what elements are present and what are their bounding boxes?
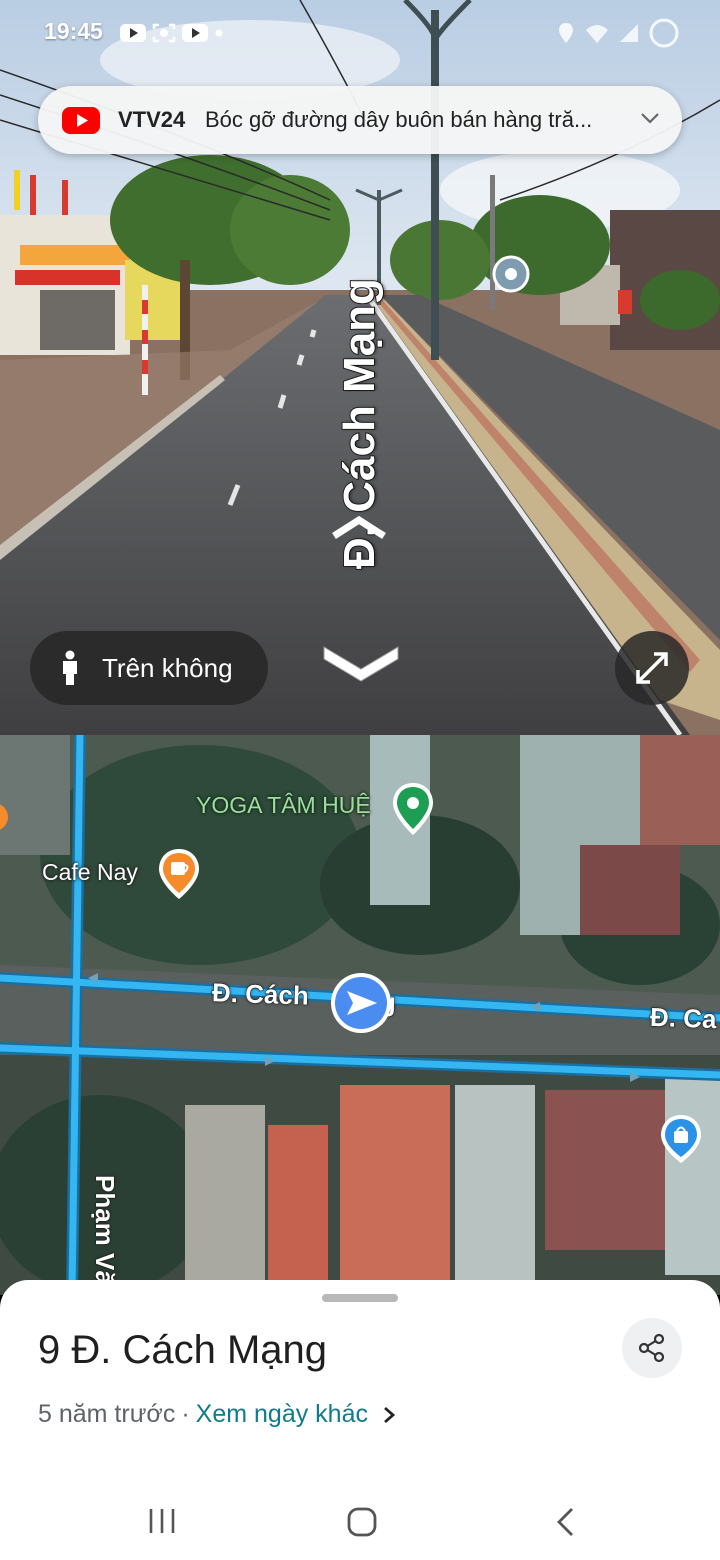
location-status-icon [559, 23, 573, 43]
aerial-view-button[interactable]: Trên không [30, 631, 268, 705]
battery-status-icon [649, 18, 679, 48]
imagery-age: 5 năm trước [38, 1400, 176, 1428]
street-view-panorama[interactable]: 19:45 VTV24 Bóc gỡ đường dây buôn bán hà… [0, 0, 720, 735]
status-notification-icons [120, 22, 224, 44]
chevron-down-nav-icon[interactable] [318, 637, 404, 687]
signal-status-icon [620, 24, 638, 42]
youtube-status-icon [120, 24, 146, 42]
status-bar: 19:45 [0, 0, 720, 64]
system-nav-bar [0, 1490, 720, 1560]
person-icon [63, 650, 77, 685]
other-dates-link[interactable]: Xem ngày khác [196, 1400, 368, 1429]
youtube-icon [62, 107, 100, 134]
notification-banner[interactable]: VTV24 Bóc gỡ đường dây buôn bán hàng tră… [38, 86, 682, 154]
poi-label-cafe[interactable]: Cafe Nay [42, 859, 138, 886]
home-icon[interactable] [346, 1506, 378, 1538]
satellite-map[interactable]: YOGA TÂM HUỆ Cafe Nay Đ. Cách g Đ. Ca Ph… [0, 735, 720, 1295]
place-bottom-sheet[interactable]: 9 Đ. Cách Mạng 5 năm trước · Xem ngày kh… [0, 1280, 720, 1560]
road-label-cach-mang: Đ. Cách [211, 977, 310, 1011]
notification-app-name: VTV24 [118, 107, 186, 132]
back-icon[interactable] [553, 1506, 577, 1538]
status-time: 19:45 [44, 18, 103, 44]
green-pin-icon[interactable] [390, 781, 436, 837]
imagery-date-row: 5 năm trước · Xem ngày khác [38, 1400, 396, 1429]
current-location-icon[interactable] [329, 971, 393, 1035]
youtube-status-icon-2 [182, 24, 208, 42]
share-button[interactable] [622, 1318, 682, 1378]
expand-button[interactable] [615, 631, 689, 705]
panorama-point-icon[interactable] [492, 255, 530, 293]
screenshot-status-icon [152, 23, 176, 43]
sheet-drag-handle[interactable] [322, 1294, 398, 1302]
status-system-icons [556, 18, 680, 48]
notification-text: Bóc gỡ đường dây buôn bán hàng tră... [205, 107, 593, 132]
chevron-right-icon[interactable] [382, 1405, 396, 1425]
place-title: 9 Đ. Cách Mạng [38, 1328, 328, 1372]
separator-dot: · [181, 1400, 190, 1428]
wifi-status-icon [586, 25, 608, 43]
chevron-down-icon[interactable] [640, 111, 660, 125]
dot-icon [215, 29, 223, 37]
poi-label-yoga[interactable]: YOGA TÂM HUỆ [196, 792, 371, 819]
chevron-forward-icon[interactable] [330, 514, 388, 542]
coffee-icon[interactable] [156, 847, 202, 901]
share-icon [638, 1333, 665, 1363]
recent-apps-icon[interactable] [147, 1506, 177, 1536]
expand-icon [636, 652, 668, 684]
road-label-pham-van: Phạm Văn Đ [90, 1175, 121, 1296]
road-label-cach-mang-east: Đ. Ca [649, 1001, 717, 1035]
shopping-pin-icon[interactable] [658, 1113, 704, 1165]
aerial-view-label: Trên không [102, 653, 233, 683]
